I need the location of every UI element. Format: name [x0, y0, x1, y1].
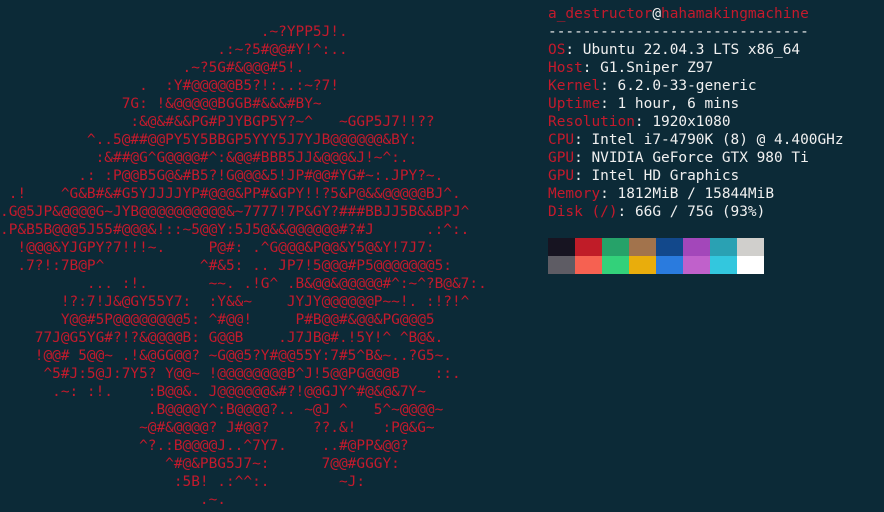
at-sign: @	[652, 6, 662, 22]
logo-line: .~: :!. :B@@&. J@@@@@@&#?!@@GJY^#@&@&7Y~	[0, 384, 426, 400]
logo-line: .~?5G#&@@@#5!.	[0, 60, 305, 76]
info-row: GPU: NVIDIA GeForce GTX 980 Ti	[548, 149, 844, 167]
logo-line: .! ^G&B#&#G5YJJJJYP#@@@&PP#&GPY!!?5&P@&&…	[0, 186, 461, 202]
info-rows: OS: Ubuntu 22.04.3 LTS x86_64 Host: G1.Sn…	[548, 41, 844, 221]
info-key-separator: :	[600, 96, 618, 112]
info-key-separator: :	[582, 60, 601, 76]
palette-swatch	[683, 238, 710, 256]
logo-line: .~?YPP5J!.	[0, 24, 348, 40]
info-value: Intel HD Graphics	[591, 168, 740, 184]
logo-line: 77J@G5YG#?!?&@@@@B: G@@B .J7JB@#.!5Y!^ ^…	[0, 330, 444, 346]
logo-line: :&@&#&&PG#PJYBGP5Y?~^ ~GGP5J7!!??	[0, 114, 435, 130]
info-row: Memory: 1812MiB / 15844MiB	[548, 185, 844, 203]
logo-line: !@@@&YJGPY?7!!!~. P@#: .^G@@@&P@@&Y5@&Y!…	[0, 240, 435, 256]
palette-swatch	[575, 256, 602, 274]
info-value: 6.2.0-33-generic	[617, 78, 757, 94]
logo-line: .B@@@@Y^:B@@@@?.. ~@J ^ 5^~@@@@~	[0, 402, 444, 418]
info-row: Kernel: 6.2.0-33-generic	[548, 77, 844, 95]
palette-swatch	[629, 238, 656, 256]
info-row: Host: G1.Sniper Z97	[548, 59, 844, 77]
palette-swatch	[629, 256, 656, 274]
palette-swatch	[656, 256, 683, 274]
palette-row-bright	[548, 256, 764, 274]
palette-swatch	[737, 238, 764, 256]
logo-line: .G@5JP&@@@@G~JYB@@@@@@@@@@&~7777!7P&GY?#…	[0, 204, 470, 220]
info-key-separator: :	[600, 186, 618, 202]
info-key: Kernel	[548, 78, 601, 94]
logo-line: ^..5@##@@PY5Y5BBGP5YYY5J7YJB@@@@@@&BY:	[0, 132, 418, 148]
logo-line: ^?.:B@@@@J..^7Y7. ..#@PP&@@?	[0, 438, 409, 454]
terminal-window[interactable]: .~?YPP5J!. .:~?5#@@#Y!^:.. .~?5G#&@@@#5!…	[0, 0, 884, 512]
info-value: G1.Sniper Z97	[600, 60, 714, 76]
info-value: 1920x1080	[652, 114, 731, 130]
palette-swatch	[575, 238, 602, 256]
info-key: Disk (/)	[548, 204, 618, 220]
palette-swatch	[710, 238, 737, 256]
info-row: GPU: Intel HD Graphics	[548, 167, 844, 185]
info-value: 1812MiB / 15844MiB	[617, 186, 775, 202]
logo-line: :5B! .:^^:. ~J:	[0, 474, 366, 490]
logo-line: :&##@G^G@@@@#^:&@@#BBB5JJ&@@@&J!~^:.	[0, 150, 409, 166]
palette-swatch	[737, 256, 764, 274]
logo-line: .:~?5#@@#Y!^:..	[0, 42, 348, 58]
logo-line: ^#@&PBG5J7~: 7@@#GGGY:	[0, 456, 400, 472]
info-key: Resolution	[548, 114, 635, 130]
info-value: 1 hour, 6 mins	[617, 96, 740, 112]
info-value: NVIDIA GeForce GTX 980 Ti	[591, 150, 809, 166]
info-key: Uptime	[548, 96, 601, 112]
info-value: 66G / 75G (93%)	[634, 204, 766, 220]
color-palette	[548, 238, 764, 274]
palette-swatch	[548, 256, 575, 274]
logo-line: .: :P@@B5G@&#B5?!G@@@&5!JP#@@#YG#~:.JPY?…	[0, 168, 444, 184]
user-host-line: a_destructor@hahamakingmachine	[548, 5, 844, 23]
distro-ascii-logo: .~?YPP5J!. .:~?5#@@#Y!^:.. .~?5G#&@@@#5!…	[0, 23, 487, 509]
info-key: Host	[548, 60, 583, 76]
info-key: GPU	[548, 168, 575, 184]
info-key: CPU	[548, 132, 575, 148]
info-row: CPU: Intel i7-4790K (8) @ 4.400GHz	[548, 131, 844, 149]
palette-swatch	[683, 256, 710, 274]
info-row: Uptime: 1 hour, 6 mins	[548, 95, 844, 113]
info-key-separator: :	[600, 78, 618, 94]
info-value: Ubuntu 22.04.3 LTS x86_64	[582, 42, 801, 58]
logo-line: !?:7!J&@GY55Y7: :Y&&~ JYJY@@@@@@P~~!. :!…	[0, 294, 470, 310]
palette-swatch	[656, 238, 683, 256]
info-key: GPU	[548, 150, 575, 166]
logo-line: .7?!:7B@P^ ^#&5: .. JP7!5@@@#P5@@@@@@@5:	[0, 258, 452, 274]
info-key-separator: :	[574, 132, 592, 148]
hostname: hahamakingmachine	[661, 6, 809, 22]
logo-line: .P&B5B@@@5J55#@@@&!::~5@@Y:5J5@&&@@@@@@#…	[0, 222, 470, 238]
info-row: Disk (/): 66G / 75G (93%)	[548, 203, 844, 221]
logo-line: ... :!. ~~. .!G^ .B&@@&@@@@@#^:~^?B@&7:.	[0, 276, 487, 292]
palette-swatch	[548, 238, 575, 256]
logo-line: !@@# 5@@~ .!&@GG@@? ~G@@5?Y#@@55Y:7#5^B&…	[0, 348, 452, 364]
palette-swatch	[602, 256, 629, 274]
info-row: Resolution: 1920x1080	[548, 113, 844, 131]
logo-line: .~.	[0, 492, 226, 508]
logo-line: Y@@#5P@@@@@@@@5: ^#@@! P#B@@#&@@&PG@@@5	[0, 312, 435, 328]
info-key-separator: :	[574, 150, 592, 166]
info-key: Memory	[548, 186, 601, 202]
info-key-separator: :	[565, 42, 583, 58]
info-key-separator: :	[617, 204, 635, 220]
system-info-panel: a_destructor@hahamakingmachine ---------…	[548, 5, 844, 221]
logo-line: 7G: !&@@@@@BGGB#&&&#BY~	[0, 96, 322, 112]
palette-swatch	[710, 256, 737, 274]
separator-line: ------------------------------	[548, 24, 809, 40]
info-key-separator: :	[574, 168, 592, 184]
info-row: OS: Ubuntu 22.04.3 LTS x86_64	[548, 41, 844, 59]
logo-line: ^5#J:5@J:7Y5? Y@@~ !@@@@@@@@B^J!5@@PG@@@…	[0, 366, 461, 382]
palette-row-normal	[548, 238, 764, 256]
info-key-separator: :	[634, 114, 653, 130]
info-value: Intel i7-4790K (8) @ 4.400GHz	[591, 132, 844, 148]
logo-line: ~@#&@@@@? J#@@? ??.&! :P@&G~	[0, 420, 435, 436]
palette-swatch	[602, 238, 629, 256]
username: a_destructor	[548, 6, 653, 22]
logo-line: . :Y#@@@@@B5?!:..:~?7!	[0, 78, 339, 94]
info-key: OS	[548, 42, 566, 58]
